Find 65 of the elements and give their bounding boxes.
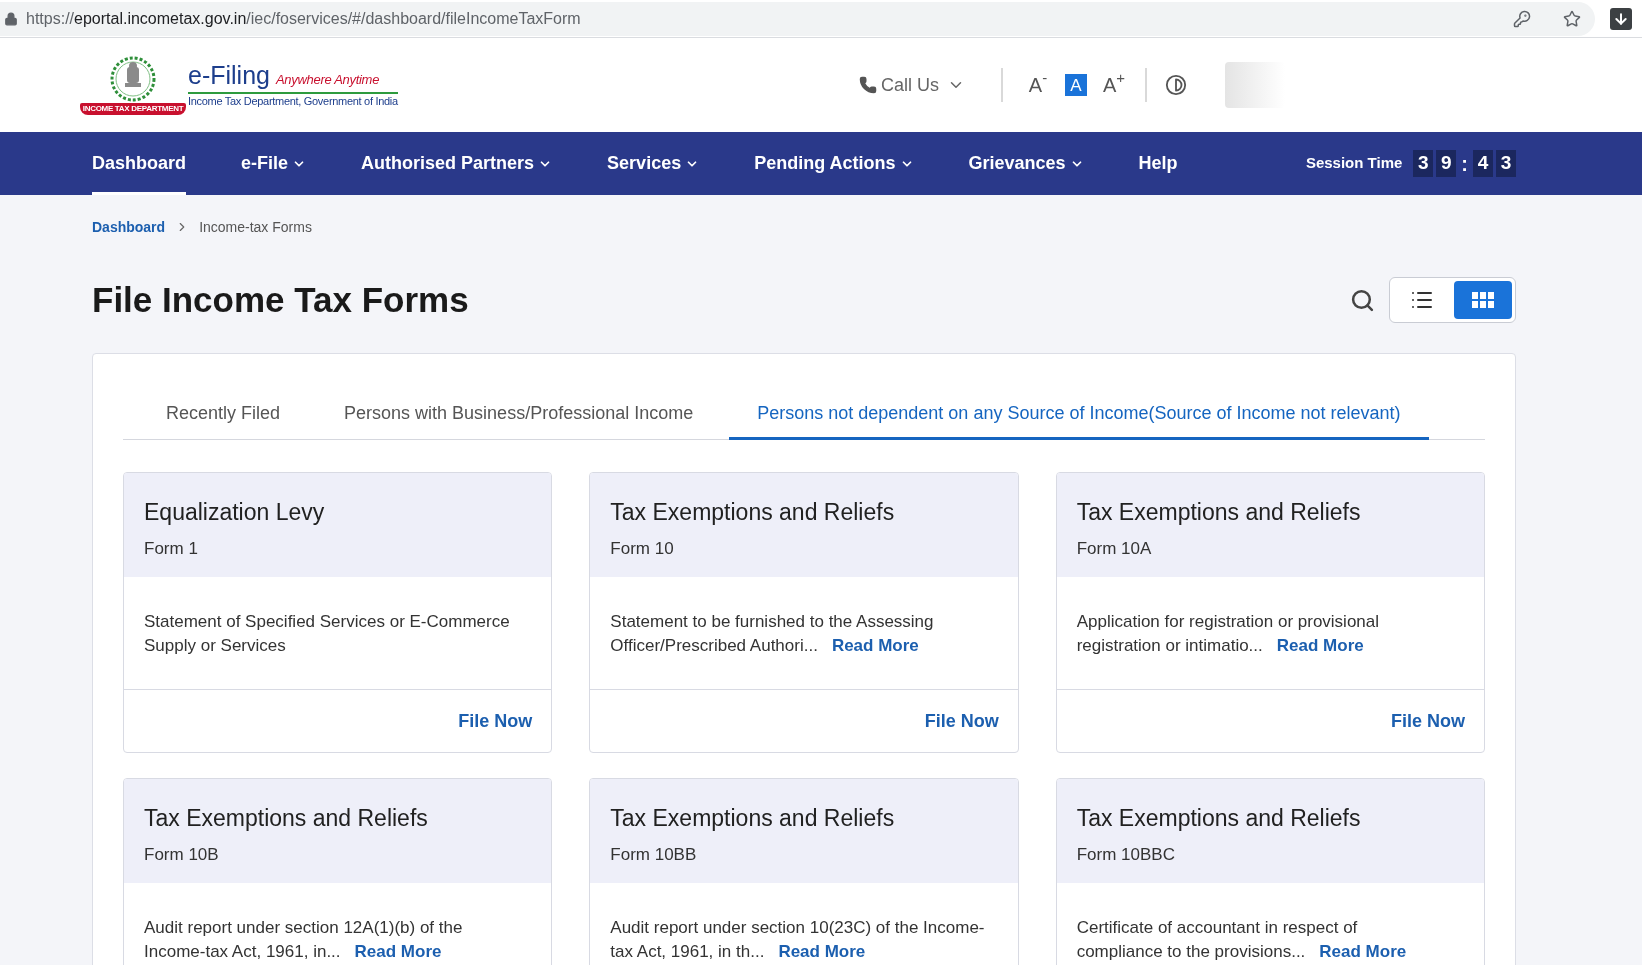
card-description: Audit report under section 12A(1)(b) of the Income-tax Act, 1961, in... Read More [144, 917, 464, 963]
contrast-icon[interactable] [1165, 74, 1187, 96]
card-description: Application for registration or provisional registration or intimatio... Read More [1076, 611, 1381, 657]
card-title: Tax Exemptions and Reliefs [1076, 804, 1362, 833]
card-title: Equalization Levy [144, 498, 326, 527]
card-description: Audit report under section 10(23C) of the Income- tax Act, 1961, in th... Read More [610, 917, 986, 963]
card-description: Statement to be furnished to the Assessing Officer/Prescribed Authori... Read More [610, 611, 935, 657]
nav-item[interactable]: Pending Actions [754, 132, 914, 195]
nav-item[interactable]: Dashboard [92, 132, 187, 195]
card-title: Tax Exemptions and Reliefs [610, 804, 896, 833]
form-number: Form 10 [610, 538, 675, 560]
nav-item[interactable]: Services [607, 132, 700, 195]
session-digit: 4 [1473, 150, 1493, 177]
lock-icon [4, 11, 18, 26]
logo-subtitle: Income Tax Department, Government of India [188, 93, 398, 109]
emblem-icon [110, 55, 156, 102]
file-now-link[interactable]: File Now [924, 707, 999, 735]
star-icon[interactable] [1563, 9, 1581, 28]
card-title: Tax Exemptions and Reliefs [144, 804, 429, 833]
logo-tagline: Anywhere Anytime [276, 71, 380, 90]
read-more-link[interactable]: Read More [778, 942, 866, 961]
ribbon-banner: INCOME TAX DEPARTMENT [79, 102, 187, 115]
form-number: Form 1 [144, 538, 199, 560]
tab[interactable]: Persons not dependent on any Source of Income(Source of Income not relevant) [729, 390, 1429, 440]
url-text: https://eportal.incometax.gov.in/iec/foservices/#/dashboard/fileIncomeTaxForm [26, 8, 581, 29]
form-number: Form 10BB [610, 844, 698, 866]
call-us-dropdown[interactable]: Call Us [859, 71, 965, 99]
read-more-link[interactable]: Read More [1276, 636, 1364, 655]
card-description: Statement of Specified Services or E-Commerce Supply or Services [144, 611, 511, 657]
search-icon[interactable] [1350, 287, 1375, 313]
address-bar[interactable]: https://eportal.incometax.gov.in/iec/foservices/#/dashboard/fileIncomeTaxForm [0, 1, 1595, 36]
nav-item[interactable]: Grievances [968, 132, 1084, 195]
key-icon[interactable] [1513, 9, 1531, 28]
page-title: File Income Tax Forms [92, 279, 469, 321]
grid-view-icon [1472, 292, 1494, 308]
view-toggle-button[interactable] [1454, 281, 1512, 319]
font-size-button[interactable]: A [1065, 74, 1087, 96]
form-number: Form 10BBC [1076, 844, 1176, 866]
read-more-link[interactable]: Read More [1319, 942, 1407, 961]
nav-item[interactable]: e-File [241, 132, 307, 195]
download-icon[interactable] [1610, 7, 1632, 30]
session-digit: 9 [1436, 150, 1457, 177]
session-digit: 3 [1413, 150, 1434, 177]
card-title: Tax Exemptions and Reliefs [610, 498, 896, 527]
card-title: Tax Exemptions and Reliefs [1076, 498, 1362, 527]
form-number: Form 10A [1076, 538, 1153, 560]
phone-icon [859, 76, 877, 94]
read-more-link[interactable]: Read More [354, 942, 442, 961]
tab[interactable]: Recently Filed [138, 390, 309, 440]
breadcrumb-current: Income-tax Forms [199, 217, 312, 237]
tab[interactable]: Persons with Business/Professional Income [316, 390, 722, 440]
nav-item[interactable]: Authorised Partners [361, 132, 553, 195]
breadcrumb-link[interactable]: Dashboard [92, 216, 166, 238]
card-description: Certificate of accountant in respect of compliance to the provisions... Read More [1076, 917, 1408, 963]
session-separator: : [1460, 151, 1469, 177]
file-now-link[interactable]: File Now [458, 707, 533, 735]
read-more-link[interactable]: Read More [831, 636, 919, 655]
font-size-button[interactable]: A$^{-}$ [1023, 71, 1053, 99]
form-number: Form 10B [144, 844, 220, 866]
font-size-button[interactable]: A$^{+}$ [1099, 71, 1129, 99]
session-time-label: Session Time [1305, 153, 1403, 174]
nav-item[interactable]: Help [1138, 132, 1178, 195]
file-now-link[interactable]: File Now [1391, 707, 1465, 735]
session-digit: 3 [1496, 150, 1516, 177]
logo-title: e-Filing [188, 61, 270, 90]
